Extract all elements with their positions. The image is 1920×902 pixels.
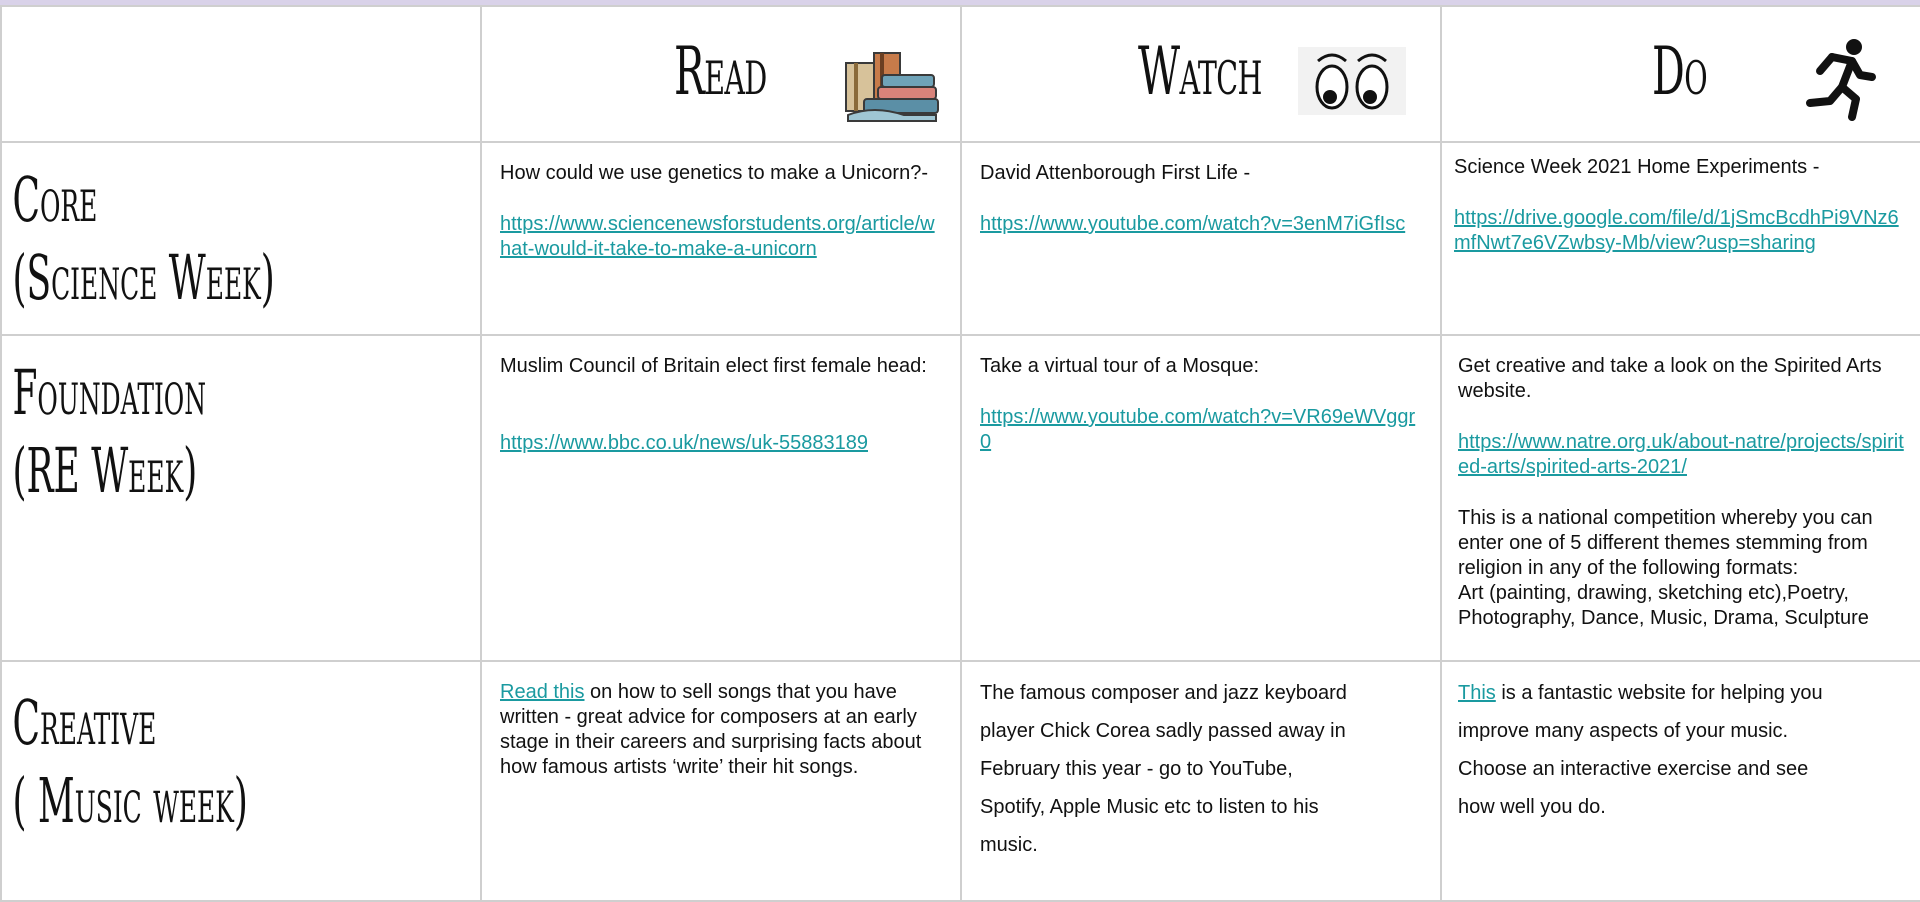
foundation-label-line1: Foundation bbox=[12, 356, 207, 429]
foundation-watch-text: Take a virtual tour of a Mosque: bbox=[980, 355, 1260, 377]
core-watch-cell: David Attenborough First Life - https://… bbox=[960, 141, 1442, 336]
creative-watch-line5: music. bbox=[980, 834, 1038, 856]
foundation-do-link[interactable]: https://www.natre.org.uk/about-natre/pro… bbox=[1458, 431, 1904, 478]
foundation-row: Foundation (RE Week) Muslim Council of B… bbox=[0, 334, 1920, 662]
creative-do-link[interactable]: This bbox=[1458, 682, 1496, 704]
foundation-label: Foundation (RE Week) bbox=[3, 337, 279, 510]
running-person-icon bbox=[1806, 39, 1876, 121]
core-label-line2: (Science Week) bbox=[12, 241, 275, 314]
creative-read-link[interactable]: Read this bbox=[500, 681, 585, 703]
core-label: Core (Science Week) bbox=[3, 144, 279, 317]
header-row: Read Watch Do bbox=[0, 5, 1920, 143]
creative-watch-cell: The famous composer and jazz keyboard pl… bbox=[960, 660, 1442, 902]
foundation-do-text2: This is a national competition whereby y… bbox=[1458, 507, 1873, 579]
core-read-cell: How could we use genetics to make a Unic… bbox=[480, 141, 962, 336]
header-do: Do bbox=[1652, 33, 1708, 110]
creative-do-line1: is a fantastic website for helping you bbox=[1495, 682, 1823, 704]
foundation-read-text: Muslim Council of Britain elect first fe… bbox=[500, 355, 927, 377]
header-empty-cell bbox=[0, 5, 482, 143]
eyes-icon bbox=[1298, 47, 1406, 115]
core-do-link[interactable]: https://drive.google.com/file/d/1jSmcBcd… bbox=[1454, 207, 1899, 254]
header-watch: Watch bbox=[1138, 33, 1262, 110]
foundation-label-line2: (RE Week) bbox=[12, 434, 198, 507]
header-read: Read bbox=[674, 33, 767, 110]
creative-do-cell: This is a fantastic website for helping … bbox=[1440, 660, 1920, 902]
foundation-do-text3: Art (painting, drawing, sketching etc),P… bbox=[1458, 582, 1869, 629]
foundation-read-link[interactable]: https://www.bbc.co.uk/news/uk-55883189 bbox=[500, 432, 868, 454]
core-do-cell: Science Week 2021 Home Experiments - htt… bbox=[1440, 141, 1920, 336]
activity-grid: Read Watch Do Core (Science Week) How co… bbox=[0, 5, 1920, 902]
creative-label-cell: Creative ( Music week) bbox=[0, 660, 482, 902]
books-icon bbox=[845, 52, 939, 122]
core-do-text: Science Week 2021 Home Experiments - bbox=[1454, 156, 1820, 178]
creative-do-line4: how well you do. bbox=[1458, 796, 1606, 818]
creative-watch-line2: player Chick Corea sadly passed away in bbox=[980, 720, 1346, 742]
core-watch-text: David Attenborough First Life - bbox=[980, 162, 1251, 184]
foundation-label-cell: Foundation (RE Week) bbox=[0, 334, 482, 662]
core-watch-link[interactable]: https://www.youtube.com/watch?v=3enM7iGf… bbox=[980, 213, 1405, 235]
creative-row: Creative ( Music week) Read this on how … bbox=[0, 660, 1920, 902]
creative-do-line2: improve many aspects of your music. bbox=[1458, 720, 1789, 742]
core-row: Core (Science Week) How could we use gen… bbox=[0, 141, 1920, 336]
creative-label: Creative ( Music week) bbox=[3, 663, 279, 840]
header-read-cell: Read bbox=[480, 5, 962, 143]
foundation-do-text: Get creative and take a look on the Spir… bbox=[1458, 355, 1882, 402]
creative-watch-line3: February this year - go to YouTube, bbox=[980, 758, 1293, 780]
header-watch-cell: Watch bbox=[960, 5, 1442, 143]
creative-label-line1: Creative bbox=[12, 686, 157, 759]
foundation-watch-cell: Take a virtual tour of a Mosque: https:/… bbox=[960, 334, 1442, 662]
foundation-watch-link[interactable]: https://www.youtube.com/watch?v=VR69eWVg… bbox=[980, 406, 1415, 453]
creative-watch-line4: Spotify, Apple Music etc to listen to hi… bbox=[980, 796, 1319, 818]
core-label-line1: Core bbox=[12, 163, 98, 236]
creative-read-cell: Read this on how to sell songs that you … bbox=[480, 660, 962, 902]
creative-label-line2: ( Music week) bbox=[12, 764, 248, 837]
foundation-do-cell: Get creative and take a look on the Spir… bbox=[1440, 334, 1920, 662]
foundation-read-cell: Muslim Council of Britain elect first fe… bbox=[480, 334, 962, 662]
creative-watch-line1: The famous composer and jazz keyboard bbox=[980, 682, 1347, 704]
header-do-cell: Do bbox=[1440, 5, 1920, 143]
creative-do-line3: Choose an interactive exercise and see bbox=[1458, 758, 1809, 780]
core-read-link[interactable]: https://www.sciencenewsforstudents.org/a… bbox=[500, 213, 935, 260]
core-read-text: How could we use genetics to make a Unic… bbox=[500, 162, 928, 184]
core-label-cell: Core (Science Week) bbox=[0, 141, 482, 336]
